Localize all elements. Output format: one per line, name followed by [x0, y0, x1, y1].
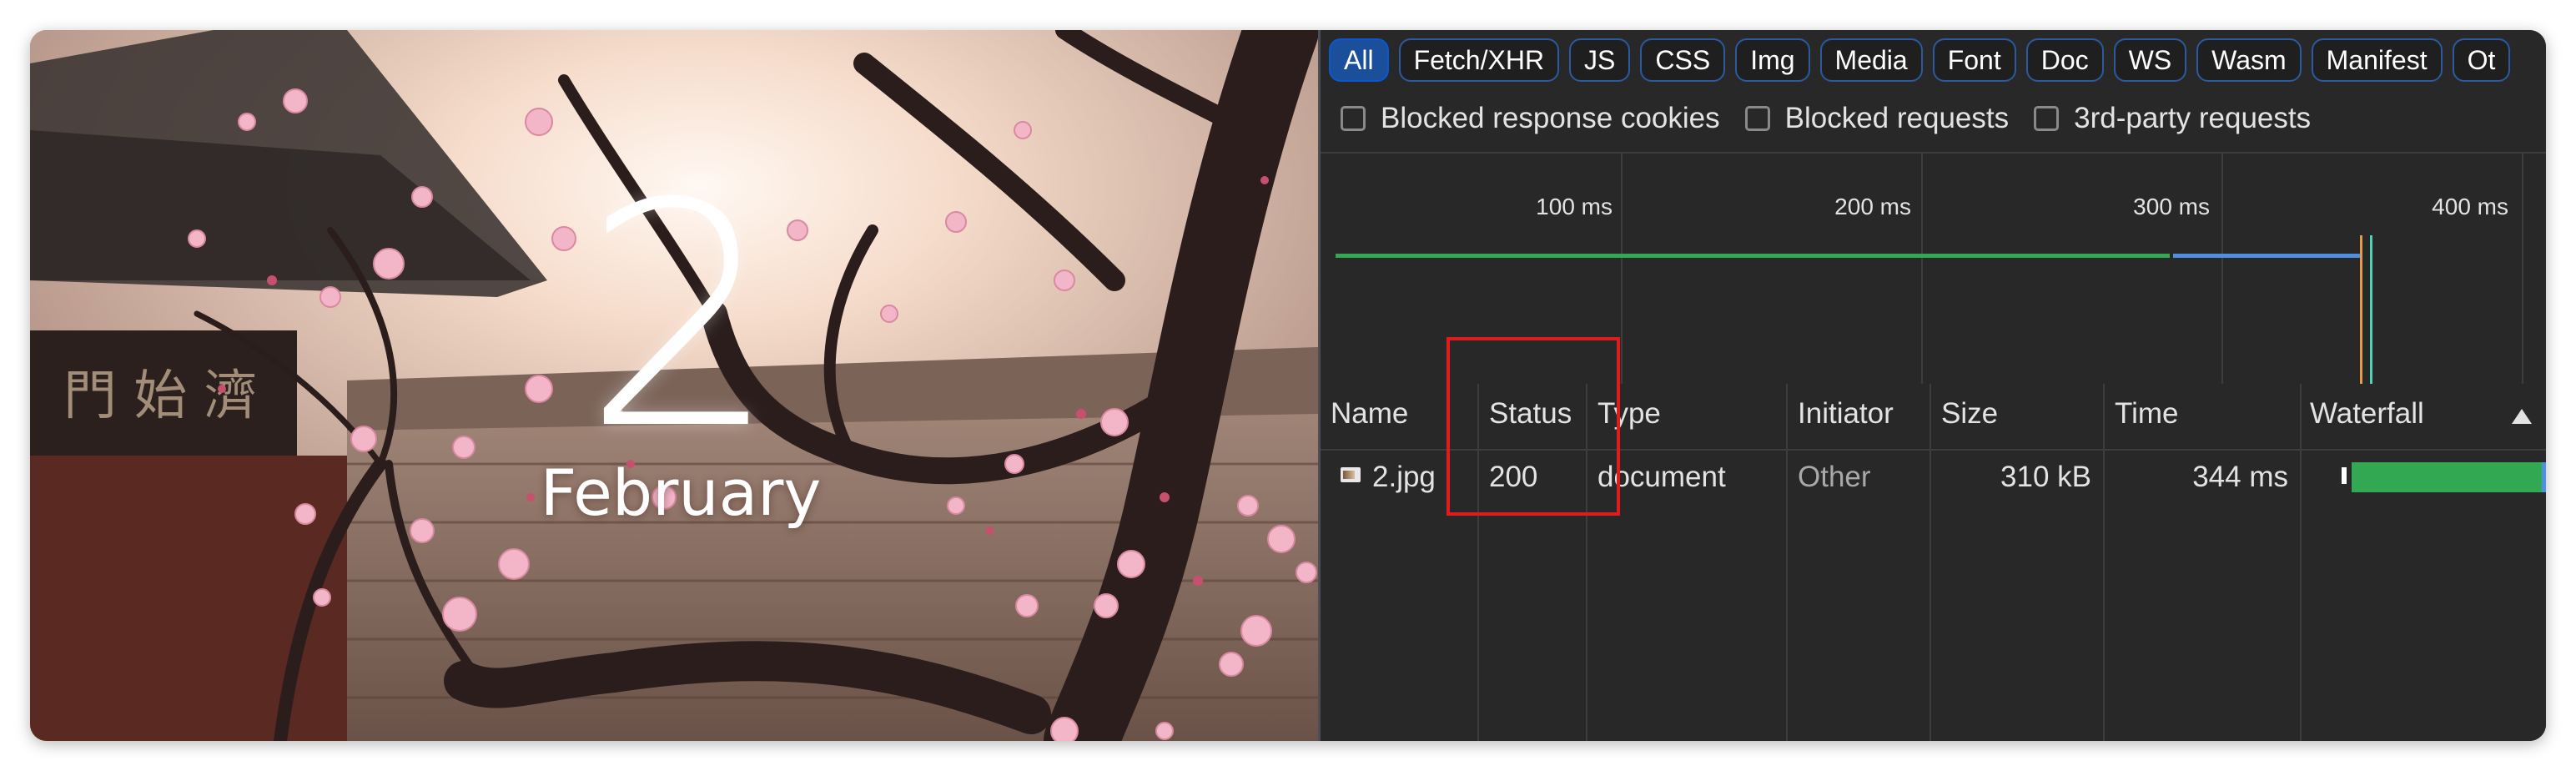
- filter-other[interactable]: Ot: [2452, 38, 2511, 82]
- filter-all[interactable]: All: [1329, 38, 1389, 82]
- column-header-waterfall[interactable]: Waterfall: [2310, 397, 2424, 431]
- sort-ascending-icon[interactable]: [2512, 409, 2532, 424]
- filter-manifest[interactable]: Manifest: [2311, 38, 2443, 82]
- column-header-name[interactable]: Name: [1331, 397, 1408, 431]
- request-name[interactable]: 2.jpg: [1372, 461, 1436, 494]
- filter-font[interactable]: Font: [1932, 38, 2016, 82]
- screenshot-window: 門 始 濟 2 February All Fetch/XHR JS CSS Im…: [30, 30, 2546, 741]
- filter-css[interactable]: CSS: [1640, 38, 1726, 82]
- date-day-number: 2: [582, 139, 779, 497]
- column-header-size[interactable]: Size: [1941, 397, 1998, 431]
- blocked-requests-checkbox[interactable]: [1744, 106, 1770, 131]
- waterfall-download-bar: [2352, 462, 2542, 492]
- request-filter-checkboxes: Blocked response cookies Blocked request…: [1341, 102, 2311, 135]
- resource-type-filter-bar: All Fetch/XHR JS CSS Img Media Font Doc …: [1329, 38, 2511, 82]
- timeline-gridline: [1621, 154, 1623, 384]
- timeline-tick-label: 100 ms: [1536, 194, 1613, 219]
- third-party-requests-label: 3rd-party requests: [2074, 102, 2312, 134]
- filter-js[interactable]: JS: [1569, 38, 1631, 82]
- blocked-requests-label: Blocked requests: [1784, 102, 2010, 134]
- timeline-download-bar: [1336, 254, 2170, 258]
- filter-ws[interactable]: WS: [2113, 38, 2187, 82]
- request-size: 310 kB: [2000, 461, 2091, 493]
- timeline-load-marker: [2360, 235, 2362, 384]
- filter-media[interactable]: Media: [1819, 38, 1923, 82]
- timeline-gridline: [2522, 154, 2523, 384]
- third-party-requests-option[interactable]: 3rd-party requests: [2034, 102, 2311, 135]
- column-header-time[interactable]: Time: [2115, 397, 2178, 431]
- request-time: 344 ms: [2192, 461, 2288, 493]
- waterfall-content-bar: [2542, 462, 2546, 492]
- blocked-response-cookies-option[interactable]: Blocked response cookies: [1341, 102, 1720, 135]
- third-party-requests-checkbox[interactable]: [2034, 106, 2060, 131]
- timeline-tick-label: 200 ms: [1834, 194, 1911, 219]
- timeline-content-bar: [2173, 254, 2362, 258]
- timeline-gridline: [2221, 154, 2223, 384]
- image-file-icon: [1341, 467, 1361, 482]
- timeline-gridline: [1921, 154, 1923, 384]
- wallpaper-photo: 門 始 濟 2 February: [30, 30, 1318, 741]
- blocked-response-cookies-checkbox[interactable]: [1341, 106, 1366, 131]
- date-month-label: February: [540, 456, 822, 530]
- waterfall-start-mark: [2342, 467, 2347, 484]
- filter-doc[interactable]: Doc: [2025, 38, 2104, 82]
- size-column-highlight: [1446, 337, 1620, 516]
- filter-fetch-xhr[interactable]: Fetch/XHR: [1398, 38, 1560, 82]
- svg-text:門 始 濟: 門 始 濟: [63, 365, 258, 427]
- column-header-initiator[interactable]: Initiator: [1798, 397, 1894, 431]
- filter-wasm[interactable]: Wasm: [2196, 38, 2302, 82]
- filter-img[interactable]: Img: [1735, 38, 1810, 82]
- blocked-response-cookies-label: Blocked response cookies: [1381, 102, 1720, 134]
- timeline-dcl-marker: [2370, 235, 2372, 384]
- timeline-tick-label: 300 ms: [2133, 194, 2210, 219]
- blocked-requests-option[interactable]: Blocked requests: [1744, 102, 2010, 135]
- request-initiator: Other: [1798, 461, 1871, 493]
- timeline-tick-label: 400 ms: [2432, 194, 2508, 219]
